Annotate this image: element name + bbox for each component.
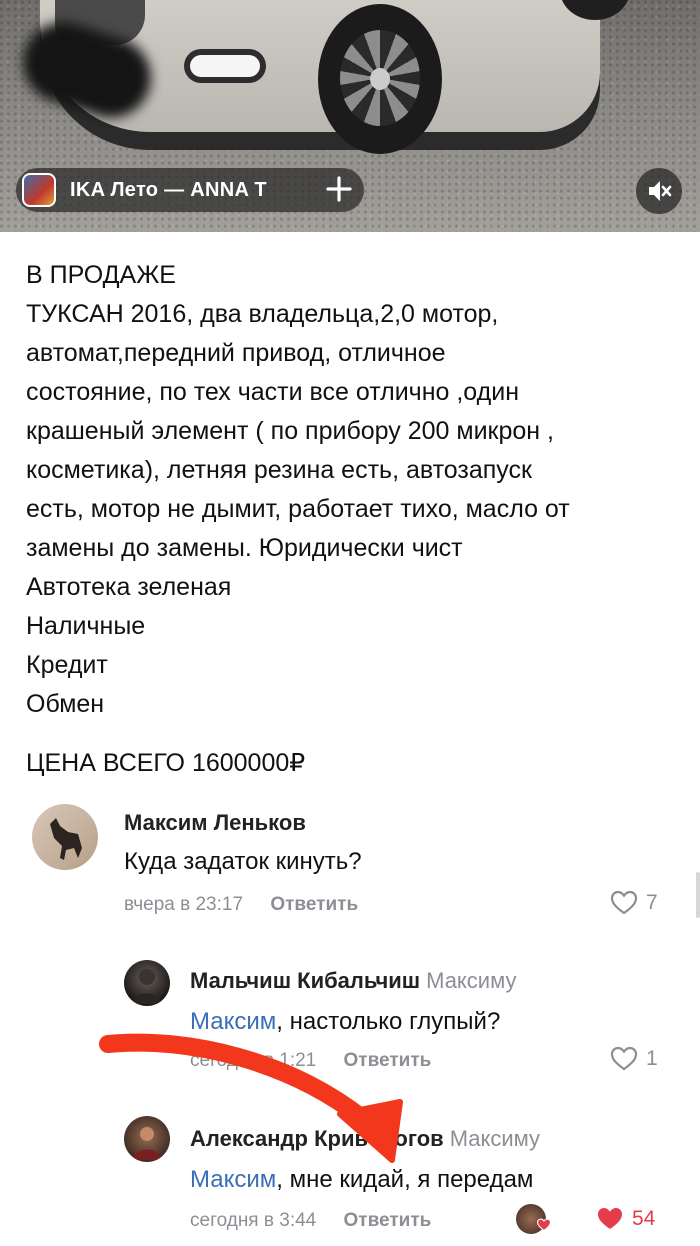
post-price: ЦЕНА ВСЕГО 1600000₽ bbox=[26, 749, 306, 777]
comment-time: вчера в 23:17 bbox=[124, 894, 244, 915]
mention-link[interactable]: Максим bbox=[190, 1008, 276, 1035]
post-line: косметика), летняя резина есть, автозапу… bbox=[26, 456, 532, 484]
comment-text: Максим, настолько глупый? bbox=[190, 1008, 500, 1036]
comment-time: сегодня в 1:21 bbox=[190, 1050, 317, 1071]
avatar[interactable] bbox=[32, 804, 98, 870]
music-track-label: IKA Лето — ANNA T bbox=[70, 178, 267, 201]
car-foglight bbox=[190, 55, 260, 77]
comment-author[interactable]: Мальчиш Кибальчиш Максиму bbox=[190, 968, 516, 994]
reply-button[interactable]: Ответить bbox=[344, 1050, 432, 1071]
heart-outline-icon bbox=[610, 890, 638, 915]
comment-body: , мне кидай, я передам bbox=[276, 1166, 534, 1193]
comment-text: Куда задаток кинуть? bbox=[124, 848, 362, 875]
music-track-pill[interactable]: IKA Лето — ANNA T bbox=[16, 168, 364, 212]
comment-time: сегодня в 3:44 bbox=[190, 1210, 317, 1231]
like-count: 54 bbox=[632, 1207, 656, 1230]
like-count: 1 bbox=[646, 1047, 658, 1070]
mention-link[interactable]: Максим bbox=[190, 1166, 276, 1193]
reply-to-label[interactable]: Максиму bbox=[426, 968, 516, 993]
heart-filled-icon bbox=[598, 1208, 622, 1229]
person-avatar-icon bbox=[133, 1127, 161, 1160]
comment-meta: сегодня в 3:44 Ответить bbox=[190, 1210, 431, 1232]
avatar[interactable] bbox=[124, 1116, 170, 1162]
car-wheel bbox=[318, 4, 442, 154]
post-line: Автотека зеленая bbox=[26, 573, 232, 601]
album-cover-thumbnail bbox=[22, 173, 56, 207]
comment-author[interactable]: Александр Кривоногов Максиму bbox=[190, 1126, 540, 1152]
avatar[interactable] bbox=[124, 960, 170, 1006]
author-name[interactable]: Максим Леньков bbox=[124, 810, 306, 835]
comment-body: , настолько глупый? bbox=[276, 1008, 501, 1035]
mute-button[interactable] bbox=[636, 168, 682, 214]
like-button[interactable]: 7 bbox=[610, 890, 658, 916]
comment-meta: сегодня в 1:21 Ответить bbox=[190, 1050, 431, 1072]
comment-text: Максим, мне кидай, я передам bbox=[190, 1166, 533, 1194]
comment-author[interactable]: Максим Леньков bbox=[124, 810, 306, 836]
post-line: Кредит bbox=[26, 651, 108, 679]
author-name[interactable]: Мальчиш Кибальчиш bbox=[190, 968, 420, 993]
post-line: крашеный элемент ( по прибору 200 микрон… bbox=[26, 417, 554, 445]
post-description: В ПРОДАЖЕ ТУКСАН 2016, два владельца,2,0… bbox=[26, 256, 686, 724]
post-line: В ПРОДАЖЕ bbox=[26, 261, 176, 289]
speaker-muted-icon bbox=[649, 181, 672, 201]
post-line: есть, мотор не дымит, работает тихо, мас… bbox=[26, 495, 570, 523]
person-avatar-icon bbox=[132, 969, 162, 1004]
post-photo[interactable]: IKA Лето — ANNA T bbox=[0, 0, 700, 232]
author-name[interactable]: Александр Кривоногов bbox=[190, 1126, 444, 1151]
post-line: Обмен bbox=[26, 690, 105, 718]
like-count: 7 bbox=[646, 891, 658, 914]
wheel-hub bbox=[370, 68, 390, 90]
post-line: Наличные bbox=[26, 612, 146, 640]
small-heart-icon bbox=[536, 1218, 552, 1232]
post-line: автомат,передний привод, отличное bbox=[26, 339, 446, 367]
post-line: состояние, по тех части все отлично ,оди… bbox=[26, 378, 520, 406]
post-line: ТУКСАН 2016, два владельца,2,0 мотор, bbox=[26, 300, 499, 328]
comment-meta: вчера в 23:17 Ответить bbox=[124, 894, 358, 916]
like-button[interactable]: 1 bbox=[610, 1046, 658, 1072]
plus-icon[interactable] bbox=[324, 174, 354, 204]
scroll-indicator bbox=[696, 872, 700, 918]
like-button[interactable]: 54 bbox=[596, 1206, 655, 1232]
dog-avatar-icon bbox=[50, 818, 82, 860]
heart-outline-icon bbox=[610, 1046, 638, 1071]
reply-button[interactable]: Ответить bbox=[270, 894, 358, 915]
reply-button[interactable]: Ответить bbox=[344, 1210, 432, 1231]
reply-to-label[interactable]: Максиму bbox=[450, 1126, 540, 1151]
post-line: замены до замены. Юридически чист bbox=[26, 534, 463, 562]
